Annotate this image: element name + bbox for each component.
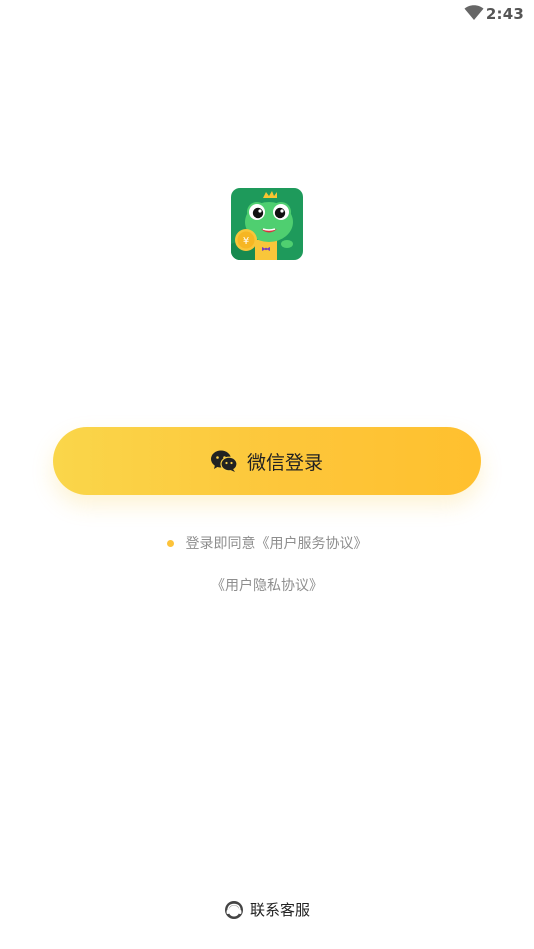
contact-service-button[interactable]: 联系客服 xyxy=(0,899,534,920)
contact-service-label: 联系客服 xyxy=(249,901,310,919)
app-logo: ¥ xyxy=(231,188,303,260)
svg-text:¥: ¥ xyxy=(243,236,249,247)
agreement-prefix: 登录即同意 xyxy=(185,536,256,552)
status-time: 2:43 xyxy=(485,5,524,23)
headset-icon xyxy=(224,900,243,919)
privacy-row: 《用户隐私协议》 xyxy=(0,575,534,595)
wechat-login-label: 微信登录 xyxy=(246,451,323,474)
agreement-dot-icon xyxy=(166,539,174,547)
privacy-agreement-link[interactable]: 《用户隐私协议》 xyxy=(211,578,323,594)
wechat-icon xyxy=(210,450,237,472)
agreement-row: 登录即同意 《用户服务协议》 xyxy=(0,533,534,553)
wifi-icon xyxy=(464,5,484,20)
service-agreement-link[interactable]: 《用户服务协议》 xyxy=(256,533,368,553)
status-bar: 2:43 xyxy=(0,0,534,28)
wechat-login-button[interactable]: 微信登录 xyxy=(53,427,481,495)
frog-mascot-logo-icon: ¥ xyxy=(231,188,303,260)
